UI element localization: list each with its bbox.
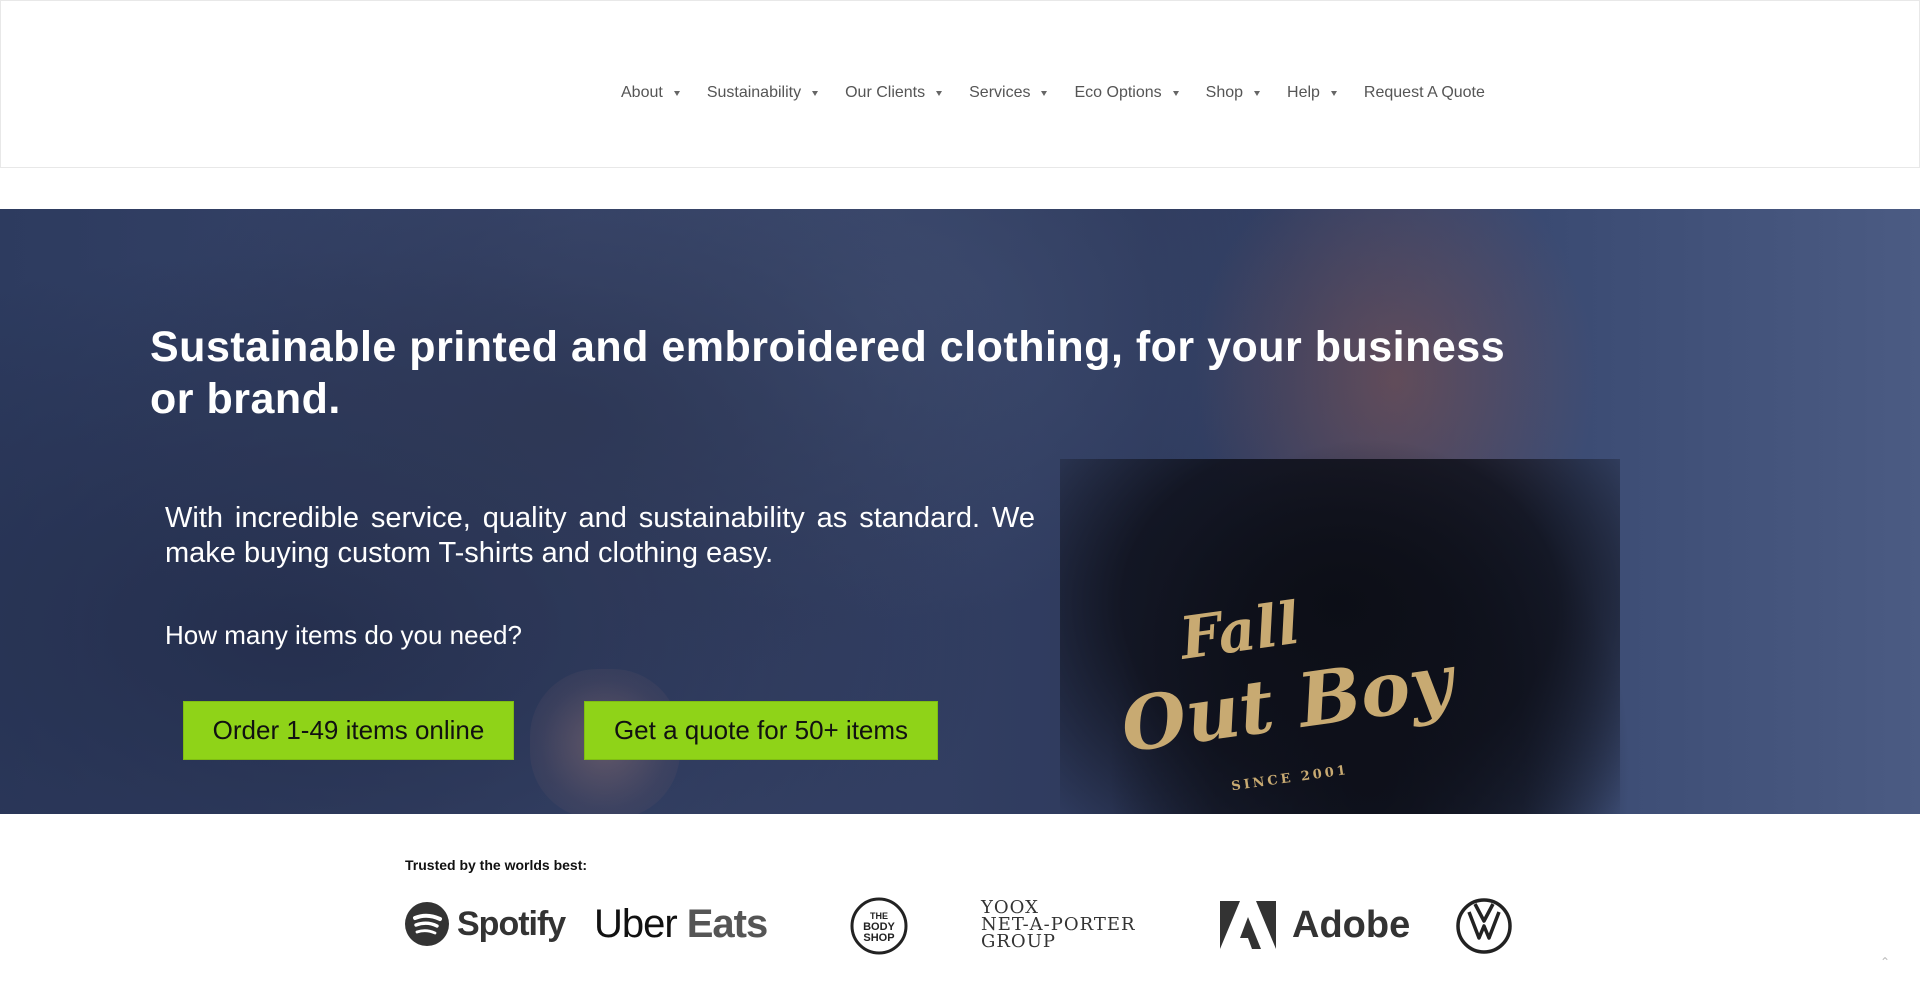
hero-lead-text: With incredible service, quality and sus…	[165, 502, 1035, 569]
adobe-wordmark: Adobe	[1292, 903, 1411, 946]
nav-item-label: About	[621, 84, 663, 101]
adobe-logo: Adobe	[1220, 901, 1410, 949]
yoox-net-a-porter-logo: YOOX NET-A-PORTER GROUP	[981, 899, 1136, 952]
caret-down-icon	[1254, 90, 1261, 96]
shirt-print-line: SINCE 2001	[1230, 762, 1350, 795]
yoox-line: GROUP	[981, 931, 1056, 952]
uber-eats-logo: Uber Eats	[594, 901, 768, 947]
nav-item-label: Eco Options	[1074, 84, 1162, 101]
the-body-shop-logo: THE BODY SHOP	[849, 896, 909, 956]
nav-item-our-clients[interactable]: Our Clients	[845, 84, 943, 102]
caret-down-icon	[673, 90, 680, 96]
hero-banner: Fall Out Boy SINCE 2001 Sustainable prin…	[0, 209, 1920, 814]
site-header: About Sustainability Our Clients Service…	[0, 0, 1920, 168]
nav-item-label: Sustainability	[706, 84, 802, 101]
body-shop-line: THE	[870, 911, 888, 921]
body-shop-line: SHOP	[863, 932, 894, 944]
nav-item-help[interactable]: Help	[1287, 84, 1337, 102]
nav-item-about[interactable]: About	[621, 84, 680, 102]
scroll-up-icon[interactable]: ⌃	[1880, 955, 1890, 969]
nav-item-sustainability[interactable]: Sustainability	[706, 84, 819, 102]
nav-item-eco-options[interactable]: Eco Options	[1074, 84, 1179, 102]
client-logo-strip: Spotify Uber Eats THE BODY SHOP YOOX NET…	[405, 895, 1515, 957]
hero-question: How many items do you need?	[165, 620, 522, 650]
nav-item-label: Help	[1287, 84, 1320, 101]
uber-eats-wordmark: Uber	[594, 901, 678, 946]
nav-item-label: Shop	[1205, 84, 1244, 101]
hero-title: Sustainable printed and embroidered clot…	[150, 323, 1506, 423]
uber-eats-wordmark: Eats	[686, 901, 768, 946]
nav-item-label: Request A Quote	[1363, 84, 1485, 101]
volkswagen-icon	[1456, 898, 1512, 954]
nav-item-label: Our Clients	[845, 84, 926, 101]
nav-item-label: Services	[969, 84, 1031, 101]
nav-item-request-a-quote[interactable]: Request A Quote	[1364, 84, 1485, 102]
nav-item-services[interactable]: Services	[969, 84, 1048, 102]
body-shop-badge-icon: THE BODY SHOP	[850, 897, 908, 955]
spotify-logo: Spotify	[405, 901, 566, 947]
get-quote-button[interactable]: Get a quote for 50+ items	[584, 701, 938, 760]
caret-down-icon	[936, 90, 943, 96]
trusted-heading: Trusted by the worlds best:	[405, 857, 588, 873]
order-online-button[interactable]: Order 1-49 items online	[183, 701, 514, 760]
caret-down-icon	[1041, 90, 1048, 96]
volkswagen-logo	[1455, 897, 1513, 955]
caret-down-icon	[812, 90, 819, 96]
main-nav: About Sustainability Our Clients Service…	[621, 81, 1485, 105]
spotify-icon	[405, 902, 449, 946]
caret-down-icon	[1172, 90, 1179, 96]
nav-item-shop[interactable]: Shop	[1205, 84, 1261, 102]
adobe-icon	[1220, 901, 1276, 949]
spotify-wordmark: Spotify	[457, 904, 566, 943]
caret-down-icon	[1330, 90, 1337, 96]
